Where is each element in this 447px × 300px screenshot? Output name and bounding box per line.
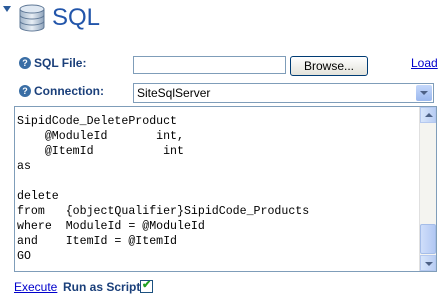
- chevron-down-icon: [420, 91, 428, 95]
- browse-button[interactable]: Browse...: [290, 56, 368, 76]
- scroll-down-button[interactable]: [420, 255, 436, 271]
- execute-link[interactable]: Execute: [14, 280, 57, 294]
- run-as-script-label: Run as Script: [63, 280, 141, 294]
- help-icon[interactable]: ?: [19, 57, 31, 69]
- connection-select[interactable]: SiteSqlServer: [133, 83, 434, 103]
- load-link[interactable]: Load: [411, 56, 438, 70]
- arrow-down-icon: [425, 262, 433, 266]
- help-icon[interactable]: ?: [19, 85, 31, 97]
- database-icon: [19, 4, 45, 32]
- sql-file-input[interactable]: [133, 56, 286, 74]
- dropdown-button[interactable]: [416, 85, 432, 101]
- sql-text: SipidCode_DeleteProduct @ModuleId int, @…: [17, 115, 310, 263]
- run-as-script-checkbox[interactable]: ✔: [140, 279, 153, 293]
- page-title: SQL: [52, 4, 101, 31]
- vertical-scrollbar[interactable]: [419, 107, 436, 271]
- sql-file-label: SQL File:: [34, 56, 87, 70]
- sql-editor[interactable]: SipidCode_DeleteProduct @ModuleId int, @…: [14, 106, 437, 272]
- collapse-arrow-icon[interactable]: [3, 6, 11, 12]
- checkmark-icon: ✔: [142, 279, 152, 291]
- arrow-up-icon: [425, 113, 433, 117]
- connection-value: SiteSqlServer: [137, 86, 211, 100]
- connection-label: Connection:: [34, 84, 104, 98]
- scroll-up-button[interactable]: [420, 107, 436, 123]
- scroll-thumb[interactable]: [420, 224, 436, 254]
